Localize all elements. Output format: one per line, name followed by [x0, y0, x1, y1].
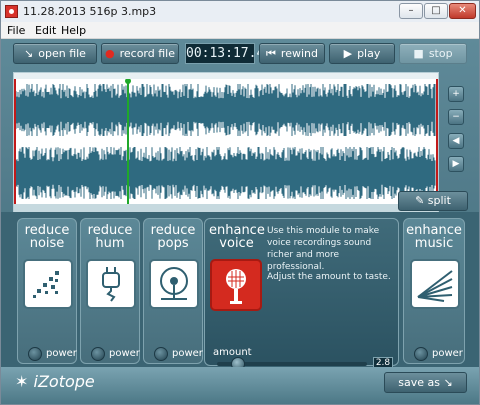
play-icon: ▶ — [343, 47, 353, 60]
rewind-button[interactable]: ⏮ rewind — [259, 43, 325, 64]
rewind-icon: ⏮ — [266, 47, 276, 60]
play-label: play — [357, 47, 381, 60]
module-enhance-voice: enhance voice Use this module to make vo… — [204, 218, 399, 393]
waveform-svg[interactable] — [14, 78, 438, 205]
open-file-button[interactable]: ↘ open file — [13, 43, 97, 64]
play-button[interactable]: ▶ play — [329, 43, 395, 64]
enhance-music-title-2: music — [414, 236, 454, 251]
module-reduce-hum: reduce hum power — [80, 218, 140, 364]
enhance-music-icon[interactable] — [410, 259, 460, 309]
open-file-label: open file — [38, 47, 86, 60]
reduce-noise-title-2: noise — [29, 236, 65, 251]
reduce-hum-icon[interactable] — [86, 259, 136, 309]
izotope-logo: ✶ iZotope — [15, 372, 95, 391]
selection-start-marker[interactable] — [14, 79, 16, 205]
save-as-button[interactable]: save as ↘ — [384, 372, 467, 393]
module-reduce-pops: reduce pops power — [143, 218, 203, 364]
record-icon: ● — [105, 47, 115, 60]
reduce-pops-icon[interactable] — [149, 259, 199, 309]
save-as-label: save as — [398, 376, 440, 389]
waveform-channel-2 — [15, 147, 436, 199]
reduce-hum-title-2: hum — [95, 236, 125, 251]
zoom-in-icon[interactable]: + — [448, 86, 464, 102]
enhance-voice-icon[interactable] — [210, 259, 262, 311]
module-enhance-music: enhance music power — [403, 218, 465, 364]
reduce-pops-power-label: power — [172, 348, 203, 359]
record-file-button[interactable]: ● record file — [101, 43, 179, 64]
module-reduce-noise: reduce noise power — [17, 218, 77, 364]
microphone-icon — [226, 269, 246, 304]
waveform-view[interactable] — [13, 72, 439, 216]
maximize-button[interactable]: □ — [424, 3, 448, 19]
enhance-voice-description: Use this module to make voice recordings… — [267, 226, 380, 272]
record-file-label: record file — [119, 47, 175, 60]
app-window: 11.28.2013 516p 3.mp3 – □ ✕ File Edit He… — [0, 0, 480, 405]
enhance-voice-hint: Adjust the amount to taste. — [267, 272, 391, 282]
menu-help[interactable]: Help — [61, 24, 86, 37]
stop-button[interactable]: ■ stop — [399, 43, 467, 64]
rewind-label: rewind — [280, 47, 318, 60]
enhance-music-power-label: power — [432, 348, 463, 359]
reduce-noise-power-label: power — [46, 348, 77, 359]
music-fan-icon — [417, 270, 453, 302]
time-display: 00:13:17.4 — [185, 43, 264, 64]
reduce-noise-icon[interactable] — [23, 259, 73, 309]
selection-end-marker[interactable] — [436, 79, 438, 205]
menu-file[interactable]: File — [7, 24, 25, 37]
waveform-channel-1 — [15, 84, 436, 136]
window-title: 11.28.2013 516p 3.mp3 — [23, 5, 157, 18]
reduce-hum-power-label: power — [109, 348, 140, 359]
waveform-canvas[interactable] — [14, 78, 438, 205]
app-icon — [5, 5, 18, 18]
logo-mark-icon: ✶ — [15, 372, 29, 391]
split-label: split — [427, 194, 451, 207]
zoom-out-icon[interactable]: − — [448, 109, 464, 125]
reduce-hum-power-button[interactable] — [91, 347, 105, 361]
logo-text: iZotope — [33, 372, 95, 391]
reduce-pops-power-button[interactable] — [154, 347, 168, 361]
enhance-music-power-button[interactable] — [414, 347, 428, 361]
minimize-button[interactable]: – — [399, 3, 423, 19]
main-panel: ↘ open file ● record file 00:13:17.4 ⏮ rewi… — [1, 39, 479, 404]
plug-icon — [102, 267, 120, 302]
scroll-left-icon[interactable]: ◀ — [448, 133, 464, 149]
menu-edit[interactable]: Edit — [35, 24, 56, 37]
close-button[interactable]: ✕ — [449, 3, 476, 19]
open-arrow-icon: ↘ — [24, 47, 34, 60]
stop-icon: ■ — [413, 47, 424, 60]
reduce-pops-title-2: pops — [157, 236, 189, 251]
record-pops-icon — [160, 267, 188, 300]
menu-bar: File Edit Help — [1, 22, 479, 39]
noise-dots-icon — [33, 271, 59, 298]
split-button[interactable]: ✎ split — [398, 191, 468, 211]
title-bar: 11.28.2013 516p 3.mp3 – □ ✕ — [1, 1, 479, 23]
reduce-noise-power-button[interactable] — [28, 347, 42, 361]
save-arrow-icon: ↘ — [443, 376, 453, 389]
scroll-right-icon[interactable]: ▶ — [448, 156, 464, 172]
stop-label: stop — [428, 47, 453, 60]
pencil-icon: ✎ — [415, 194, 425, 207]
playhead-handle[interactable] — [125, 78, 131, 84]
enhance-voice-title-2: voice — [219, 236, 254, 251]
amount-label: amount — [213, 347, 252, 358]
